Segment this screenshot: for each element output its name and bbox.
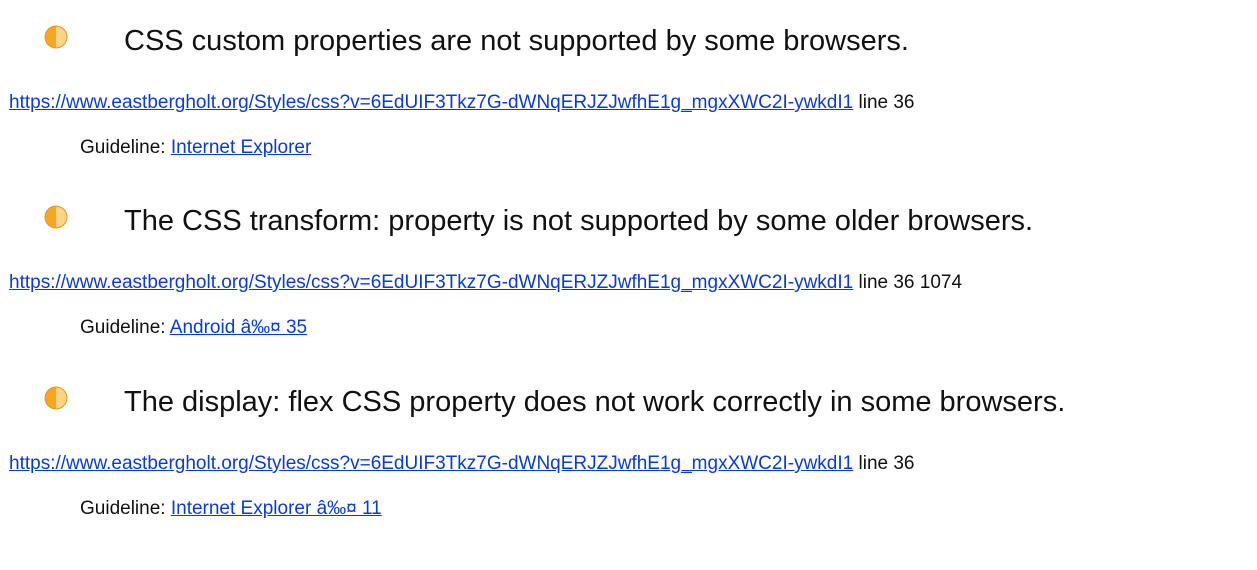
line-number: line 36 (853, 92, 915, 113)
issue-header: The CSS transform: property is not suppo… (0, 200, 1257, 256)
guideline: Guideline: Android â‰¤ 35 (80, 316, 307, 340)
line-number: line 36 (853, 453, 915, 474)
issue-title: The display: flex CSS property does not … (124, 386, 1066, 418)
half-circle-warning-icon (44, 205, 68, 229)
guideline-link[interactable]: Android â‰¤ 35 (170, 317, 307, 338)
issue-item: The CSS transform: property is not suppo… (0, 200, 1257, 338)
issue-location: https://www.eastbergholt.org/Styles/css?… (9, 92, 1245, 114)
css-file-link[interactable]: https://www.eastbergholt.org/Styles/css?… (9, 272, 853, 293)
issue-item: CSS custom properties are not supported … (0, 20, 1257, 158)
issue-item: The display: flex CSS property does not … (0, 381, 1257, 519)
issue-title: The CSS transform: property is not suppo… (124, 205, 1034, 237)
css-file-link[interactable]: https://www.eastbergholt.org/Styles/css?… (9, 453, 853, 474)
guideline-label: Guideline: (80, 137, 171, 158)
guideline-label: Guideline: (80, 317, 170, 338)
guideline-link[interactable]: Internet Explorer (171, 137, 311, 158)
guideline-link[interactable]: Internet Explorer â‰¤ 11 (171, 498, 382, 519)
guideline: Guideline: Internet Explorer (80, 136, 311, 160)
issue-location: https://www.eastbergholt.org/Styles/css?… (9, 272, 1245, 294)
half-circle-warning-icon (44, 386, 68, 410)
guideline: Guideline: Internet Explorer â‰¤ 11 (80, 497, 382, 521)
issue-location: https://www.eastbergholt.org/Styles/css?… (9, 453, 1245, 475)
issue-title: CSS custom properties are not supported … (124, 25, 909, 57)
issue-header: CSS custom properties are not supported … (0, 20, 1257, 76)
line-number: line 36 1074 (853, 272, 963, 293)
half-circle-warning-icon (44, 25, 68, 49)
css-file-link[interactable]: https://www.eastbergholt.org/Styles/css?… (9, 92, 853, 113)
issue-header: The display: flex CSS property does not … (0, 381, 1257, 437)
guideline-label: Guideline: (80, 498, 171, 519)
